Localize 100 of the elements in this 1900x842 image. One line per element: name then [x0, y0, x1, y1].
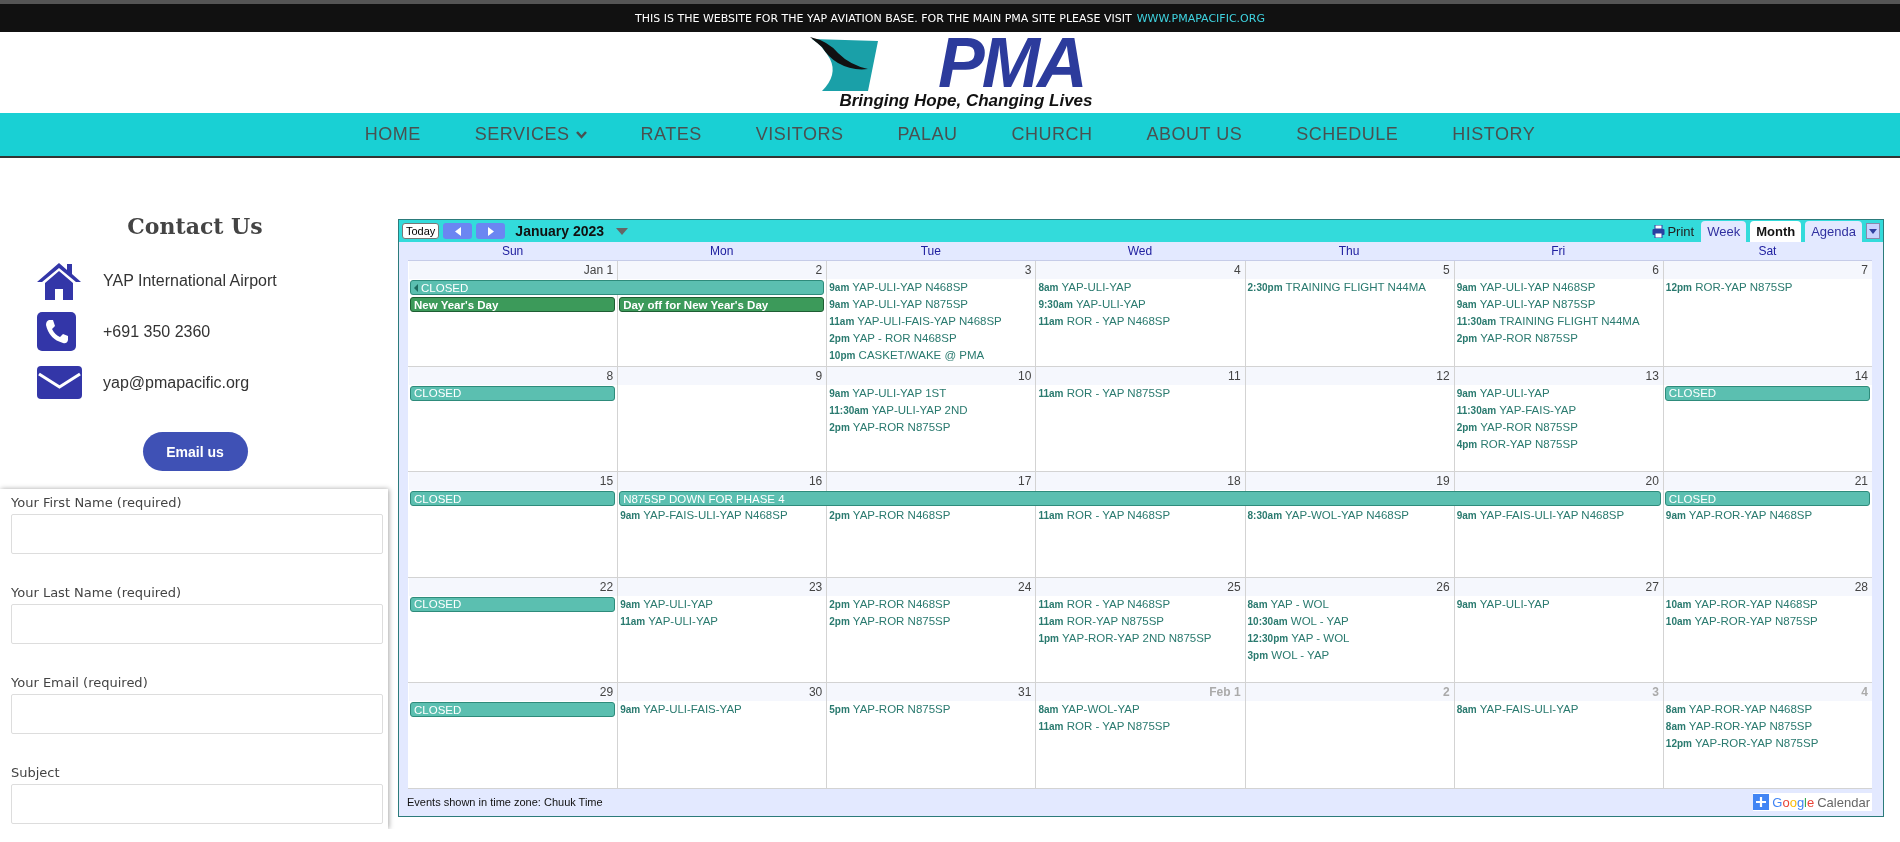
calendar-event[interactable]: 11am ROR-YAP N875SP [1035, 612, 1245, 630]
phone-icon [37, 312, 76, 351]
calendar-event[interactable]: 9am YAP-ULI-YAP N875SP [1453, 296, 1663, 314]
calendar-event[interactable]: 11am ROR - YAP N875SP [1035, 384, 1245, 402]
view-tab[interactable]: Week [1701, 221, 1747, 243]
nav-link[interactable]: HOME [337, 124, 448, 145]
calendar-event[interactable]: 2pm YAP-ROR N875SP [826, 612, 1036, 630]
site-link[interactable]: WWW.PMAPACIFIC.ORG [1136, 11, 1265, 25]
weekday-label: Wed [1126, 243, 1154, 261]
calendar-event[interactable]: 9am YAP-ULI-YAP N468SP [1453, 279, 1663, 297]
nav-link[interactable]: CHURCH [984, 124, 1120, 145]
nav-link[interactable]: SCHEDULE [1269, 124, 1426, 145]
day-number: 20 [1454, 472, 1663, 491]
nav-link[interactable]: RATES [613, 124, 729, 145]
calendar-event[interactable]: 8am YAP - WOL [1244, 595, 1454, 613]
calendar-event[interactable]: 2pm YAP-ROR N468SP [826, 595, 1036, 613]
calendar-event[interactable]: 12:30pm YAP - WOL [1244, 629, 1454, 647]
envelope-icon [37, 366, 82, 399]
calendar-event[interactable]: 3pm WOL - YAP [1244, 646, 1454, 664]
next-button[interactable] [476, 223, 506, 240]
calendar-event[interactable]: 5pm YAP-ROR N875SP [826, 701, 1036, 719]
print-link[interactable]: Print [1652, 223, 1695, 239]
brand-name: Google [1772, 794, 1815, 810]
calendar-event[interactable]: 2pm YAP-ROR N875SP [826, 418, 1036, 436]
calendar-event[interactable]: 11am YAP-ULI-YAP [617, 612, 827, 630]
day-number: 4 [1036, 261, 1245, 280]
calendar-event[interactable]: 11:30am YAP-ULI-YAP 2ND [826, 401, 1036, 419]
calendar-event[interactable]: 9am YAP-ULI-YAP [1453, 595, 1663, 613]
nav-link[interactable]: HISTORY [1425, 124, 1563, 145]
nav-link[interactable]: SERVICES [447, 124, 614, 145]
input-field[interactable] [11, 604, 383, 644]
view-tab[interactable]: Agenda [1805, 221, 1862, 243]
calendar-event[interactable]: 11am ROR - YAP N468SP [1035, 595, 1245, 613]
calendar-event[interactable]: 10pm CASKET/WAKE @ PMA [826, 347, 1036, 365]
view-tab[interactable]: Month [1750, 221, 1802, 243]
nav-link[interactable]: ABOUT US [1119, 124, 1270, 145]
plus-icon [1753, 794, 1770, 811]
calendar-event[interactable]: 9am YAP-ULI-YAP [617, 595, 827, 613]
day-number: 3 [1454, 683, 1663, 702]
calendar-event[interactable]: 9am YAP-ULI-YAP N468SP [826, 279, 1036, 297]
calendar-event[interactable]: 10am YAP-ROR-YAP N875SP [1662, 612, 1872, 630]
calendar-event[interactable]: 10am YAP-ROR-YAP N468SP [1662, 595, 1872, 613]
calendar-event[interactable]: 4pm ROR-YAP N875SP [1453, 435, 1663, 453]
day-number: 17 [827, 472, 1036, 491]
field-label: Your Last Name (required) [11, 585, 183, 600]
calendar-event[interactable]: 11:30am YAP-FAIS-YAP [1453, 401, 1663, 419]
calendar-event[interactable]: 9am YAP-ULI-YAP 1ST [826, 384, 1036, 402]
all-day-event[interactable]: Day off for New Year's Day [619, 297, 825, 313]
calendar-event[interactable]: 11am YAP-ULI-FAIS-YAP N468SP [826, 313, 1036, 331]
calendar-event[interactable]: 11:30am TRAINING FLIGHT N44MA [1453, 313, 1663, 331]
calendar-event[interactable]: 10:30am WOL - YAP [1244, 612, 1454, 630]
calendar-event[interactable]: 8am YAP-WOL-YAP [1035, 701, 1245, 719]
calendar-event[interactable]: 1pm YAP-ROR-YAP 2ND N875SP [1035, 629, 1245, 647]
calendar-event[interactable]: 2pm YAP - ROR N468SP [826, 330, 1036, 348]
nav-link[interactable]: PALAU [870, 124, 985, 145]
today-button[interactable]: Today [402, 223, 440, 240]
left-triangle-icon [454, 226, 461, 236]
weekday-label: Sun [500, 243, 525, 261]
calendar-event[interactable]: 8am YAP-ROR-YAP N875SP [1662, 718, 1872, 736]
calendar-event[interactable]: 8am YAP-FAIS-ULI-YAP [1453, 701, 1663, 719]
calendar-event[interactable]: 2pm YAP-ROR N468SP [826, 507, 1036, 525]
day-number: 6 [1454, 261, 1663, 280]
calendar-event[interactable]: 9:30am YAP-ULI-YAP [1035, 296, 1245, 314]
input-field[interactable] [11, 694, 383, 734]
calendar-event[interactable]: 9am YAP-ULI-FAIS-YAP [617, 701, 827, 719]
day-number: 21 [1663, 472, 1872, 491]
day-number: 31 [827, 683, 1036, 702]
calendar-event[interactable]: 9am YAP-FAIS-ULI-YAP N468SP [617, 507, 827, 525]
dropdown-button[interactable] [1866, 223, 1880, 240]
timezone-note: Events shown in time zone: Chuuk Time [407, 796, 603, 809]
calendar-event[interactable]: 9am YAP-ULI-YAP [1453, 384, 1663, 402]
all-day-event[interactable]: New Year's Day [410, 297, 616, 313]
input-field[interactable] [11, 514, 383, 554]
day-number: 30 [618, 683, 827, 702]
weekday-label: Tue [919, 243, 942, 261]
caret-icon[interactable] [616, 227, 629, 235]
calendar-event[interactable]: 8am YAP-ROR-YAP N468SP [1662, 701, 1872, 719]
day-number: 2 [1245, 683, 1454, 702]
calendar-event[interactable]: 2:30pm TRAINING FLIGHT N44MA [1244, 279, 1454, 297]
calendar-event[interactable]: 11am ROR - YAP N468SP [1035, 507, 1245, 525]
day-number: Feb 1 [1036, 683, 1245, 702]
calendar-event[interactable]: 11am ROR - YAP N875SP [1035, 718, 1245, 736]
email-us-button[interactable]: Email us [142, 432, 248, 471]
calendar-event[interactable]: 9am YAP-ROR-YAP N468SP [1662, 507, 1872, 525]
contact-title: Contact Us [126, 213, 264, 239]
calendar-event[interactable]: 9am YAP-ULI-YAP N875SP [826, 296, 1036, 314]
calendar-event[interactable]: 12pm ROR-YAP N875SP [1662, 279, 1872, 297]
right-triangle-icon [487, 226, 494, 236]
nav-link[interactable]: VISITORS [728, 124, 871, 145]
calendar-event[interactable]: 8am YAP-ULI-YAP [1035, 279, 1245, 297]
calendar-event[interactable]: 11am ROR - YAP N468SP [1035, 313, 1245, 331]
google-calendar-badge[interactable]: Google Calendar [1753, 793, 1872, 812]
calendar-event[interactable]: 2pm YAP-ROR N875SP [1453, 330, 1663, 348]
calendar-event[interactable]: 9am YAP-FAIS-ULI-YAP N468SP [1453, 507, 1663, 525]
calendar-event[interactable]: 12pm YAP-ROR-YAP N875SP [1662, 735, 1872, 753]
input-field[interactable] [11, 784, 383, 824]
calendar-event[interactable]: 8:30am YAP-WOL-YAP N468SP [1244, 507, 1454, 525]
previous-button[interactable] [443, 223, 473, 240]
weekday-label: Sat [1757, 243, 1778, 261]
calendar-event[interactable]: 2pm YAP-ROR N875SP [1453, 418, 1663, 436]
